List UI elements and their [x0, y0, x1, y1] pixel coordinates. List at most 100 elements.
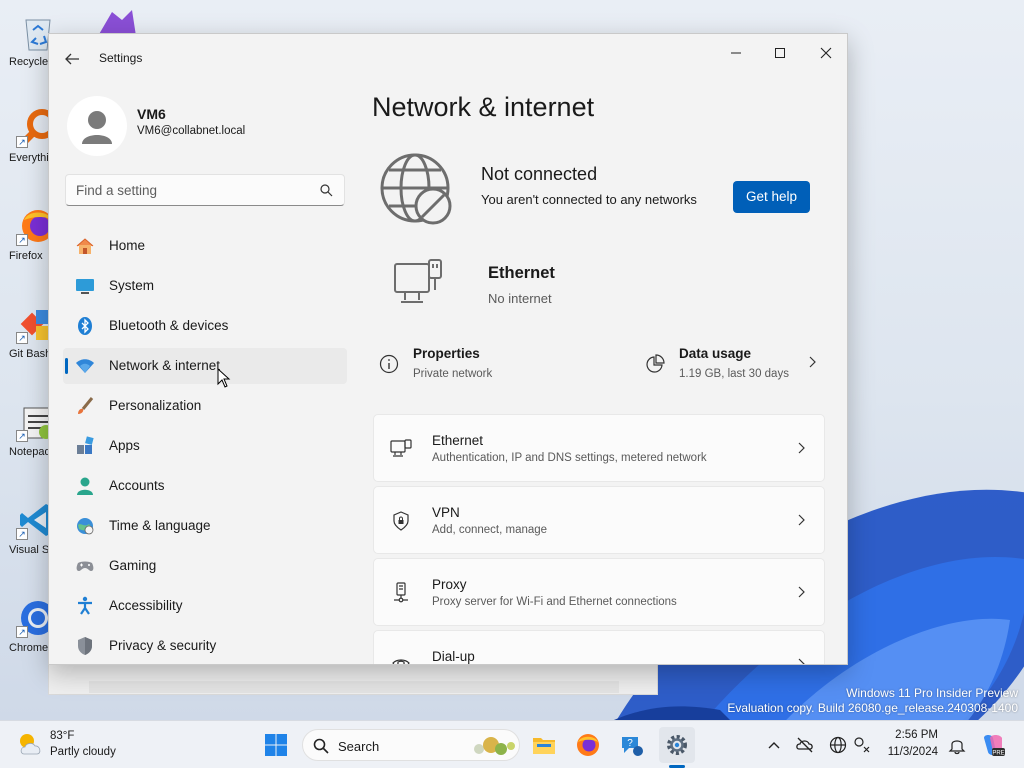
desktop-icon-label: Notepad++	[9, 446, 54, 458]
search-input[interactable]	[76, 181, 306, 199]
weather-widget[interactable]: 83°F Partly cloudy	[8, 721, 138, 768]
dialup-settings-card[interactable]: Dial-up	[373, 630, 825, 664]
sidebar-item-bluetooth[interactable]: Bluetooth & devices	[63, 308, 347, 344]
get-help-icon: ?	[622, 737, 643, 756]
network-offline-icon[interactable]	[795, 735, 815, 755]
globe-clock-icon	[77, 518, 94, 535]
sidebar-item-label: Network & internet	[109, 358, 221, 373]
sidebar-item-label: Bluetooth & devices	[109, 318, 229, 333]
shortcut-arrow-icon: ↗	[16, 332, 28, 344]
weather-description: Partly cloudy	[50, 746, 116, 758]
data-usage-link[interactable]: Data usage 1.19 GB, last 30 days	[639, 338, 825, 384]
find-setting-search[interactable]	[65, 174, 345, 206]
chevron-right-icon	[798, 658, 805, 664]
sidebar-item-apps[interactable]: Apps	[63, 428, 347, 464]
sidebar-item-home[interactable]: Home	[63, 228, 347, 264]
vpn-settings-card[interactable]: VPN Add, connect, manage	[373, 486, 825, 554]
sidebar-item-time-language[interactable]: Time & language	[63, 508, 347, 544]
minimize-icon	[731, 52, 741, 54]
user-avatar-icon	[82, 111, 112, 144]
properties-title: Properties	[413, 346, 480, 361]
input-indicator-icon[interactable]	[852, 735, 872, 755]
search-icon	[313, 738, 329, 754]
taskbar-file-explorer[interactable]	[526, 727, 562, 763]
back-arrow-icon[interactable]	[61, 48, 83, 70]
title-bar: Settings	[49, 34, 847, 82]
avatar[interactable]	[67, 96, 127, 156]
notification-bell-icon[interactable]	[947, 735, 967, 755]
start-button[interactable]	[258, 727, 294, 763]
sidebar-item-label: Privacy & security	[109, 638, 217, 653]
taskbar: 83°F Partly cloudy Search ? 2:56 PM 11/3…	[0, 720, 1024, 768]
desktop-icon-label: Everything	[9, 152, 54, 164]
system-icon	[76, 279, 94, 294]
proxy-settings-card[interactable]: Proxy Proxy server for Wi-Fi and Etherne…	[373, 558, 825, 626]
maximize-button[interactable]	[757, 38, 803, 68]
sidebar-item-system[interactable]: System	[63, 268, 347, 304]
mouse-cursor-icon	[217, 368, 231, 388]
chevron-up-icon[interactable]	[764, 735, 784, 755]
settings-window: Settings VM6 VM6@collabnet.local Find a …	[48, 33, 848, 665]
profile-name: VM6	[137, 106, 166, 122]
clock-time: 2:56 PM	[895, 729, 938, 741]
card-subtitle: Proxy server for Wi-Fi and Ethernet conn…	[432, 596, 677, 608]
copilot-icon[interactable]: PRE	[980, 732, 1006, 758]
svg-text:PRE: PRE	[992, 751, 1004, 757]
accessibility-icon	[78, 596, 92, 615]
active-indicator	[65, 358, 68, 374]
sidebar-item-label: Time & language	[109, 518, 211, 533]
search-highlight-icon	[474, 737, 515, 755]
gamepad-icon	[76, 561, 94, 571]
visual-studio-icon[interactable]	[92, 6, 138, 36]
connection-status-title: Not connected	[481, 164, 598, 184]
sidebar-item-privacy[interactable]: Privacy & security	[63, 628, 347, 664]
sidebar-item-accessibility[interactable]: Accessibility	[63, 588, 347, 624]
sidebar-item-personalization[interactable]: Personalization	[63, 388, 347, 424]
sidebar-item-label: Apps	[109, 438, 140, 453]
brush-icon	[78, 397, 94, 414]
network-disconnected-globe-icon	[380, 153, 452, 225]
taskbar-get-help[interactable]: ?	[614, 727, 650, 763]
shortcut-arrow-icon: ↗	[16, 528, 28, 540]
taskbar-settings[interactable]	[659, 727, 695, 763]
weather-temperature: 83°F	[50, 730, 75, 742]
desktop-icon-label: Git Bash	[9, 348, 52, 360]
chevron-right-icon	[809, 356, 816, 368]
bluetooth-icon	[78, 317, 92, 335]
data-usage-title: Data usage	[679, 346, 752, 361]
shortcut-arrow-icon: ↗	[16, 430, 28, 442]
clock[interactable]: 2:56 PM 11/3/2024	[876, 721, 946, 768]
taskbar-search[interactable]: Search	[302, 729, 520, 761]
properties-link[interactable]: Properties Private network	[373, 338, 623, 384]
sidebar-item-network[interactable]: Network & internet	[63, 348, 347, 384]
properties-subtitle: Private network	[413, 368, 493, 380]
close-icon	[820, 47, 832, 59]
card-subtitle: Authentication, IP and DNS settings, met…	[432, 452, 707, 464]
close-button[interactable]	[803, 38, 847, 68]
windows-logo-icon	[265, 734, 287, 756]
shortcut-arrow-icon: ↗	[16, 234, 28, 246]
wifi-icon	[76, 359, 94, 373]
card-title: Dial-up	[432, 649, 475, 664]
page-title: Network & internet	[372, 92, 595, 122]
gear-icon	[667, 735, 687, 755]
sidebar-item-accounts[interactable]: Accounts	[63, 468, 347, 504]
minimize-button[interactable]	[713, 38, 759, 68]
language-globe-icon[interactable]	[828, 735, 848, 755]
taskbar-firefox[interactable]	[570, 727, 606, 763]
svg-text:?: ?	[627, 738, 633, 749]
card-subtitle: Add, connect, manage	[432, 524, 548, 536]
get-help-button[interactable]: Get help	[733, 181, 810, 213]
ethernet-icon	[390, 439, 412, 457]
connection-status-description: You aren't connected to any networks	[481, 192, 697, 207]
taskbar-search-label: Search	[338, 739, 380, 754]
desktop-icon-label: Visual Studio Code	[9, 544, 54, 556]
card-title: Ethernet	[432, 433, 484, 448]
sidebar-item-label: Accounts	[109, 478, 165, 493]
ethernet-settings-card[interactable]: Ethernet Authentication, IP and DNS sett…	[373, 414, 825, 482]
sidebar-item-label: Personalization	[109, 398, 202, 413]
sidebar-item-gaming[interactable]: Gaming	[63, 548, 347, 584]
desktop-icon-label: Firefox	[9, 250, 43, 262]
maximize-icon	[775, 48, 785, 58]
ethernet-adapter-status: No internet	[488, 291, 552, 306]
